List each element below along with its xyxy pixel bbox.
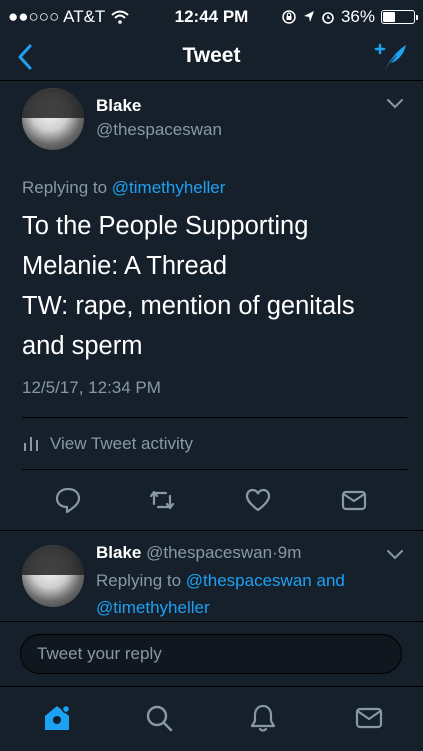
reply-composer <box>0 621 423 686</box>
page-title: Tweet <box>182 44 241 67</box>
like-icon[interactable] <box>244 486 272 514</box>
reply-icon[interactable] <box>54 486 82 514</box>
avatar-hair <box>22 88 84 118</box>
nav-bar: Tweet <box>0 34 423 81</box>
direct-message-icon[interactable] <box>340 486 368 514</box>
avatar-hair <box>22 545 84 575</box>
status-bar: ●●○○○ AT&T 12:44 PM 36% <box>0 0 423 34</box>
divider <box>22 469 407 470</box>
tweet-separator <box>0 530 423 531</box>
activity-label: View Tweet activity <box>50 434 193 453</box>
location-icon <box>303 11 314 22</box>
notifications-icon[interactable] <box>248 703 278 733</box>
author-handle[interactable]: @thespaceswan <box>96 120 222 140</box>
view-tweet-activity[interactable]: View Tweet activity <box>22 434 193 454</box>
avatar[interactable] <box>22 545 84 607</box>
reply-tweet[interactable]: Blake @thespaceswan·9m Replying to @thes… <box>0 533 423 621</box>
reply-header: Blake @thespaceswan·9m <box>96 543 301 563</box>
reply-replying-to: Replying to @thespaceswan and <box>96 571 345 591</box>
tweet-text: To the People Supporting Melanie: A Thre… <box>22 212 355 360</box>
avatar[interactable] <box>22 88 84 150</box>
reply-author-handle[interactable]: @thespaceswan <box>146 543 272 562</box>
replying-to-prefix: Replying to <box>22 178 108 197</box>
replying-to-link[interactable]: @timethyheller <box>112 178 226 197</box>
home-icon[interactable] <box>42 703 72 733</box>
bar-chart-icon <box>24 437 38 451</box>
battery-percent: 36% <box>340 7 375 26</box>
retweet-icon[interactable] <box>148 486 176 514</box>
replying-to-prefix: Replying to <box>96 571 182 590</box>
compose-tweet-icon[interactable] <box>373 40 409 74</box>
divider <box>22 417 407 418</box>
rotation-lock-icon <box>282 10 296 24</box>
battery-icon <box>381 10 418 24</box>
tab-bar <box>0 686 423 751</box>
chevron-down-icon[interactable] <box>386 549 404 561</box>
search-icon[interactable] <box>144 703 174 733</box>
replying-to-link[interactable]: @thespaceswan <box>186 571 312 590</box>
reply-author-name[interactable]: Blake <box>96 543 141 562</box>
replying-to-conjunction: and <box>316 571 345 590</box>
alarm-icon <box>322 12 334 24</box>
chevron-down-icon[interactable] <box>386 98 404 110</box>
replying-to: Replying to @timethyheller <box>22 178 225 198</box>
reply-age: 9m <box>277 543 302 562</box>
tweet-timestamp: 12/5/17, 12:34 PM <box>22 378 161 397</box>
author-name[interactable]: Blake <box>96 96 141 116</box>
status-right: 36% <box>281 7 418 27</box>
battery-fill <box>383 12 395 22</box>
reply-input[interactable] <box>20 634 402 674</box>
messages-icon[interactable] <box>354 703 384 733</box>
replying-to-link[interactable]: @timethyheller <box>96 598 210 618</box>
